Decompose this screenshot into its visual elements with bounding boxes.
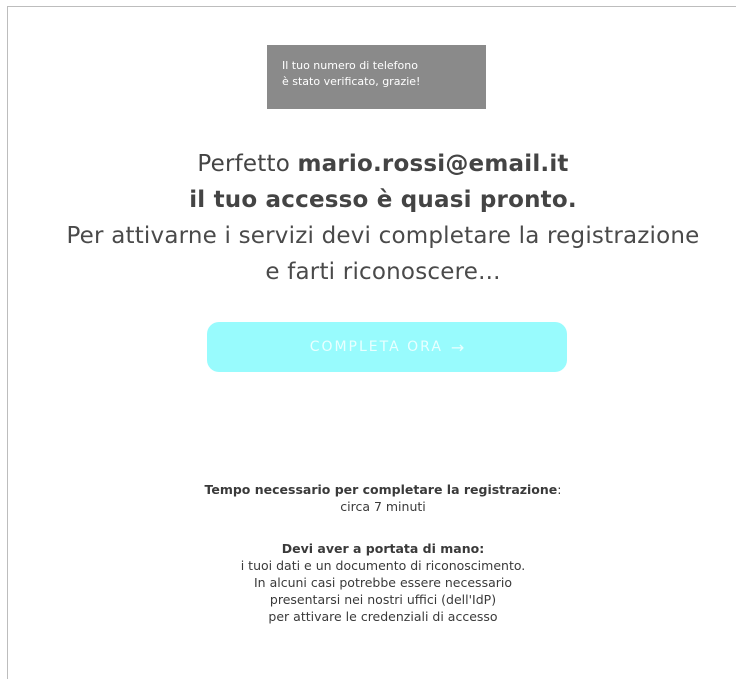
toast-line-1: Il tuo numero di telefono xyxy=(282,59,418,72)
headline-line-1: Perfetto mario.rossi@email.it xyxy=(0,146,736,182)
time-required-value: circa 7 minuti xyxy=(340,499,426,514)
requirements-info: Devi aver a portata di mano: i tuoi dati… xyxy=(0,540,736,625)
headline-line-3: Per attivarne i servizi devi completare … xyxy=(66,223,700,249)
welcome-headline: Perfetto mario.rossi@email.it il tuo acc… xyxy=(0,146,736,290)
requirements-line-3: presentarsi nei nostri uffici (dell'IdP) xyxy=(269,592,497,607)
requirements-line-2: In alcuni casi potrebbe essere necessari… xyxy=(254,575,512,590)
time-required-colon: : xyxy=(557,482,562,497)
time-required-info: Tempo necessario per completare la regis… xyxy=(0,481,736,515)
complete-now-label: COMPLETA ORA xyxy=(309,339,443,355)
headline-line-4: e farti riconoscere... xyxy=(265,259,501,285)
arrow-right-icon: → xyxy=(450,337,465,357)
time-required-title: Tempo necessario per completare la regis… xyxy=(204,482,558,497)
requirements-title: Devi aver a portata di mano: xyxy=(281,541,485,556)
headline-line-2: il tuo accesso è quasi pronto. xyxy=(189,187,577,213)
complete-now-button[interactable]: COMPLETA ORA → xyxy=(207,322,567,372)
requirements-line-4: per attivare le credenziali di accesso xyxy=(268,609,498,624)
time-required-title-row: Tempo necessario per completare la regis… xyxy=(0,481,736,498)
toast-line-2: è stato verificato, grazie! xyxy=(282,75,421,88)
user-email: mario.rossi@email.it xyxy=(297,151,569,177)
verification-toast: Il tuo numero di telefono è stato verifi… xyxy=(267,45,486,109)
headline-prefix: Perfetto xyxy=(197,151,298,177)
requirements-line-1: i tuoi dati e un documento di riconoscim… xyxy=(240,558,526,573)
